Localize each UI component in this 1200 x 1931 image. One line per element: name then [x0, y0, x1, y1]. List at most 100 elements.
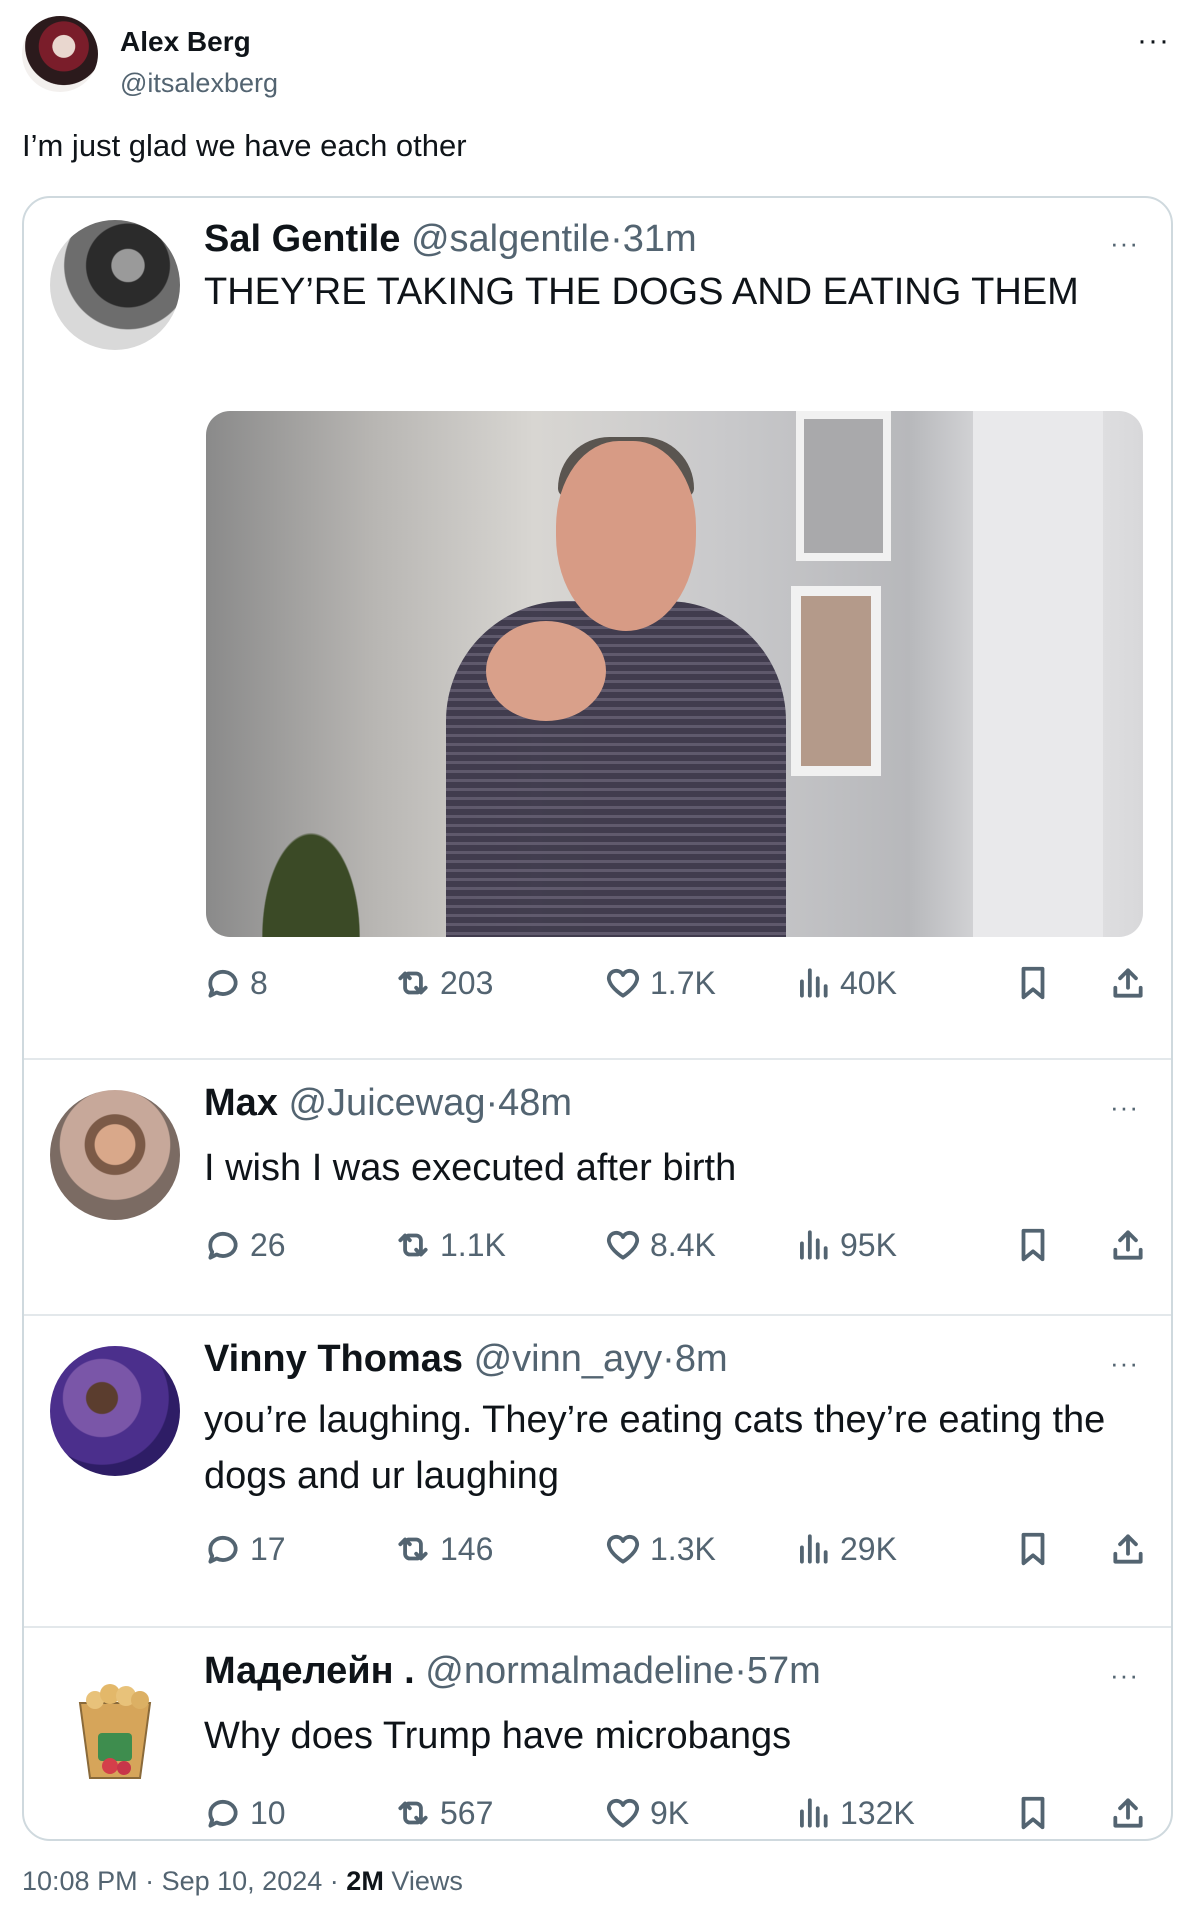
like-count: 8.4K [650, 1226, 716, 1263]
tweet-text: Why does Trump have microbangs [204, 1715, 792, 1757]
reply-count: 17 [250, 1530, 286, 1567]
share-icon [1113, 1798, 1143, 1828]
avatar[interactable] [22, 16, 98, 92]
bookmark-icon [1021, 966, 1045, 1000]
bookmark-button[interactable] [1014, 1220, 1052, 1270]
action-bar: 8 203 1.7K 40K [204, 958, 1164, 1008]
share-button[interactable] [1109, 1220, 1147, 1270]
timestamp[interactable]: 57m [747, 1650, 821, 1692]
view-count: 40K [840, 964, 897, 1001]
more-options-icon[interactable]: ··· [1110, 230, 1139, 256]
reply-tweet[interactable]: Vinny Thomas @vinn_ayy·8m ··· you’re lau… [24, 1316, 1171, 1626]
reply-button[interactable]: 10 [204, 1788, 286, 1838]
like-button[interactable]: 8.4K [604, 1220, 716, 1270]
more-options-icon[interactable]: ··· [1137, 26, 1170, 56]
like-button[interactable]: 1.3K [604, 1524, 716, 1574]
timestamp[interactable]: 31m [623, 218, 697, 260]
tweet-meta: Max @Juicewag·48m [204, 1082, 572, 1125]
avatar[interactable] [50, 1346, 180, 1476]
quoted-tweet[interactable]: Sal Gentile @salgentile·31m ··· THEY’RE … [24, 198, 1171, 1001]
repost-button[interactable]: 203 [394, 958, 493, 1008]
author-handle[interactable]: @vinn_ayy [474, 1338, 663, 1380]
tweet-image[interactable] [206, 411, 1143, 937]
analytics-icon [800, 1534, 828, 1564]
author-name[interactable]: Sal Gentile [204, 218, 400, 260]
reply-button[interactable]: 26 [204, 1220, 286, 1270]
more-options-icon[interactable]: ··· [1110, 1662, 1139, 1688]
tweet-header: Alex Berg @itsalexberg ··· [22, 14, 1178, 104]
repost-count: 567 [440, 1794, 494, 1831]
post-date[interactable]: Sep 10, 2024 [162, 1866, 323, 1896]
reply-icon [208, 1535, 238, 1564]
reply-tweet[interactable]: Max @Juicewag·48m ··· I wish I was execu… [24, 1060, 1171, 1314]
reply-tweet[interactable]: Маделейн . @normalmadeline·57m ··· Why d… [24, 1628, 1171, 1841]
author-name[interactable]: Alex Berg [120, 26, 251, 58]
repost-count: 1.1K [440, 1226, 506, 1263]
view-count: 132K [840, 1794, 915, 1831]
views-count: 2M [346, 1866, 384, 1896]
tweet-footer: 10:08 PM · Sep 10, 2024 · 2M Views [22, 1866, 463, 1897]
heart-icon [606, 968, 640, 998]
share-icon [1113, 1230, 1143, 1260]
tweet-text: you’re laughing. They’re eating cats the… [204, 1399, 1106, 1497]
reply-icon [208, 1231, 238, 1260]
more-options-icon[interactable]: ··· [1110, 1350, 1139, 1376]
bookmark-icon [1021, 1228, 1045, 1262]
views-button[interactable]: 40K [794, 958, 897, 1008]
reply-count: 8 [250, 964, 268, 1001]
heart-icon [606, 1534, 640, 1564]
views-button[interactable]: 95K [794, 1220, 897, 1270]
author-handle[interactable]: @Juicewag [288, 1082, 485, 1124]
more-options-icon[interactable]: ··· [1110, 1094, 1139, 1120]
repost-button[interactable]: 567 [394, 1788, 493, 1838]
heart-icon [606, 1230, 640, 1260]
post-time[interactable]: 10:08 PM [22, 1866, 138, 1896]
repost-button[interactable]: 1.1K [394, 1220, 506, 1270]
views-button[interactable]: 132K [794, 1788, 915, 1838]
view-count: 95K [840, 1226, 897, 1263]
separator: · [734, 1650, 747, 1692]
share-icon [1113, 968, 1143, 998]
views-label: Views [391, 1866, 463, 1896]
like-count: 9K [650, 1794, 690, 1831]
action-bar: 17 146 1.3K 29K [204, 1524, 1164, 1574]
tweet-meta: Маделейн . @normalmadeline·57m [204, 1650, 821, 1693]
avatar[interactable] [50, 1090, 180, 1220]
reply-button[interactable]: 8 [204, 958, 268, 1008]
separator: · [485, 1082, 499, 1124]
share-button[interactable] [1109, 1524, 1147, 1574]
bookmark-button[interactable] [1014, 1524, 1052, 1574]
reply-button[interactable]: 17 [204, 1524, 286, 1574]
bookmark-button[interactable] [1014, 1788, 1052, 1838]
author-handle[interactable]: @salgentile [411, 218, 610, 260]
like-button[interactable]: 1.7K [604, 958, 716, 1008]
like-count: 1.3K [650, 1530, 716, 1567]
avatar[interactable] [50, 220, 180, 350]
share-button[interactable] [1109, 1788, 1147, 1838]
author-name[interactable]: Max [204, 1082, 278, 1124]
embedded-thread-card: Sal Gentile @salgentile·31m ··· THEY’RE … [22, 196, 1173, 1841]
author-handle[interactable]: @normalmadeline [425, 1650, 734, 1692]
tweet-text: THEY’RE TAKING THE DOGS AND EATING THEM [204, 271, 1079, 313]
author-name[interactable]: Маделейн . [204, 1650, 415, 1692]
analytics-icon [800, 968, 828, 998]
author-name[interactable]: Vinny Thomas [204, 1338, 463, 1380]
bookmark-button[interactable] [1014, 958, 1052, 1008]
tweet-meta: Sal Gentile @salgentile·31m [204, 218, 697, 261]
repost-icon [398, 1537, 428, 1561]
like-count: 1.7K [650, 964, 716, 1001]
author-handle[interactable]: @itsalexberg [120, 68, 278, 99]
like-button[interactable]: 9K [604, 1788, 689, 1838]
share-button[interactable] [1109, 958, 1147, 1008]
timestamp[interactable]: 48m [498, 1082, 572, 1124]
views-button[interactable]: 29K [794, 1524, 897, 1574]
share-icon [1113, 1534, 1143, 1564]
avatar[interactable] [50, 1658, 180, 1788]
tweet-text: I’m just glad we have each other [22, 128, 467, 163]
timestamp[interactable]: 8m [675, 1338, 728, 1380]
separator: · [610, 218, 623, 260]
repost-button[interactable]: 146 [394, 1524, 493, 1574]
bookmark-icon [1021, 1532, 1045, 1566]
repost-count: 203 [440, 964, 494, 1001]
repost-icon [398, 1801, 428, 1825]
